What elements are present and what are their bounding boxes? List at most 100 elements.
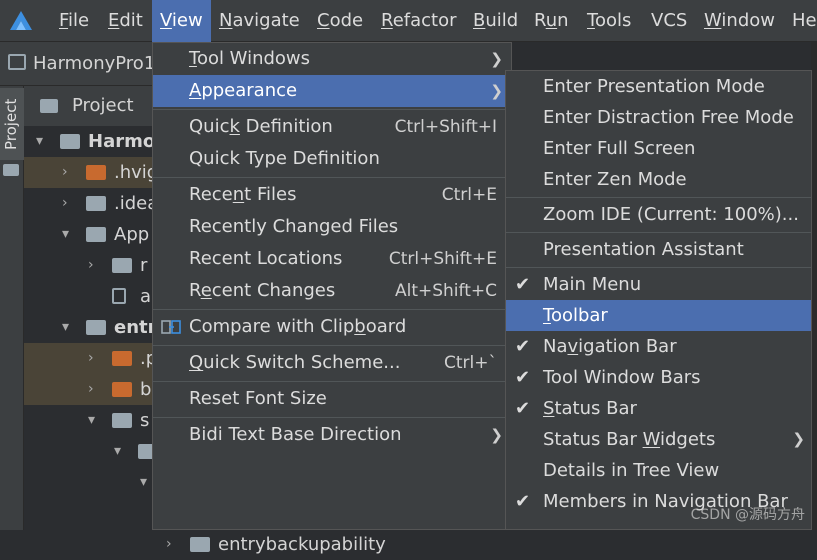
submenu-item-label: Enter Zen Mode (543, 169, 687, 190)
folder-icon (112, 413, 132, 428)
folder-icon (112, 258, 132, 273)
menu-item-label: Recent Changes (189, 280, 336, 301)
menu-item-label: Recent Locations (189, 248, 343, 269)
menu-view[interactable]: View (152, 0, 211, 42)
menu-code[interactable]: Code (317, 0, 363, 42)
tree-row[interactable]: › .hvig (24, 157, 158, 188)
chevron-down-icon[interactable]: ▾ (36, 126, 43, 157)
folder-icon[interactable] (3, 164, 19, 176)
menu-refactor[interactable]: Refactor (381, 0, 457, 42)
checkmark-icon: ✔ (515, 367, 531, 388)
project-tool-tab[interactable]: Project (0, 88, 24, 160)
menu-item-label: Quick Switch Scheme... (189, 352, 401, 373)
menu-item-compare-with-clipboard[interactable]: Compare with Clipboard (153, 311, 511, 343)
chevron-right-icon[interactable]: › (62, 157, 68, 188)
submenu-item-label: Enter Full Screen (543, 138, 696, 159)
checkmark-icon: ✔ (515, 336, 531, 357)
chevron-right-icon[interactable]: › (62, 188, 68, 219)
tree-item-label: s (140, 410, 150, 431)
menu-item-appearance[interactable]: Appearance ❯ (153, 75, 511, 107)
menu-item-recent-locations[interactable]: Recent Locations Ctrl+Shift+E (153, 243, 511, 275)
menu-item-recent-changes[interactable]: Recent Changes Alt+Shift+C (153, 275, 511, 307)
submenu-item-status-bar[interactable]: ✔ Status Bar (506, 393, 811, 424)
project-panel-header[interactable]: Project (24, 86, 152, 126)
submenu-item-label: Main Menu (543, 274, 642, 295)
folder-icon (86, 320, 106, 335)
tree-row[interactable]: › r (24, 250, 152, 281)
submenu-item-status-bar-widgets[interactable]: Status Bar Widgets ❯ (506, 424, 811, 455)
menu-item-quick-switch-scheme[interactable]: Quick Switch Scheme... Ctrl+` (153, 347, 511, 379)
project-selector[interactable]: HarmonyPro1 (0, 42, 155, 86)
submenu-item-enter-zen-mode[interactable]: Enter Zen Mode (506, 164, 811, 195)
menu-item-bidi-text-base-direction[interactable]: Bidi Text Base Direction ❯ (153, 419, 511, 451)
chevron-right-icon: ❯ (490, 50, 503, 68)
menu-window[interactable]: Window (704, 0, 775, 42)
menu-item-quick-definition[interactable]: Quick Definition Ctrl+Shift+I (153, 111, 511, 143)
menu-item-quick-type-definition[interactable]: Quick Type Definition (153, 143, 511, 175)
submenu-item-details-in-tree-view[interactable]: Details in Tree View (506, 455, 811, 486)
menu-item-reset-font-size[interactable]: Reset Font Size (153, 383, 511, 415)
tree-row[interactable]: ▾ App (24, 219, 152, 250)
menu-edit[interactable]: Edit (108, 0, 143, 42)
submenu-item-label: Navigation Bar (543, 336, 677, 357)
chevron-down-icon[interactable]: ▾ (140, 467, 147, 498)
submenu-item-enter-presentation-mode[interactable]: Enter Presentation Mode (506, 71, 811, 102)
tree-row[interactable]: › .idea (24, 188, 158, 219)
menu-navigate[interactable]: Navigate (219, 0, 300, 42)
tree-row[interactable]: ›entryability (24, 498, 321, 529)
submenu-item-label: Zoom IDE (Current: 100%)... (543, 204, 799, 225)
menu-vcs[interactable]: VCS (651, 0, 687, 42)
menu-file[interactable]: File (59, 0, 89, 42)
folder-icon (40, 99, 58, 113)
chevron-down-icon[interactable]: ▾ (62, 312, 69, 343)
submenu-item-enter-full-screen[interactable]: Enter Full Screen (506, 133, 811, 164)
tree-item-label: r (140, 255, 148, 276)
menu-he[interactable]: He (792, 0, 817, 42)
chevron-right-icon[interactable]: › (88, 343, 94, 374)
menu-item-label: Quick Definition (189, 116, 333, 137)
menu-item-recently-changed-files[interactable]: Recently Changed Files (153, 211, 511, 243)
chevron-right-icon: ❯ (490, 426, 503, 444)
menu-separator (153, 309, 511, 310)
submenu-item-navigation-bar[interactable]: ✔ Navigation Bar (506, 331, 811, 362)
tree-row[interactable]: a (24, 281, 152, 312)
menu-item-recent-files[interactable]: Recent Files Ctrl+E (153, 179, 511, 211)
menu-run[interactable]: Run (534, 0, 569, 42)
app-logo-icon[interactable] (8, 9, 34, 33)
tree-row[interactable]: ▾ s (24, 405, 152, 436)
submenu-item-enter-distraction-free-mode[interactable]: Enter Distraction Free Mode (506, 102, 811, 133)
tree-row[interactable]: ▾ Harmo (24, 126, 155, 157)
folder-icon (190, 537, 210, 552)
menu-item-label: Tool Windows (189, 48, 311, 69)
chevron-down-icon[interactable]: ▾ (88, 405, 95, 436)
menu-build[interactable]: Build (473, 0, 518, 42)
menu-item-label: Bidi Text Base Direction (189, 424, 402, 445)
tree-row[interactable]: › .p (24, 343, 157, 374)
chevron-right-icon[interactable]: › (88, 374, 94, 405)
submenu-item-presentation-assistant[interactable]: Presentation Assistant (506, 234, 811, 265)
menu-item-tool-windows[interactable]: Tool Windows ❯ (153, 43, 511, 75)
menu-separator (153, 381, 511, 382)
tree-row[interactable]: ▾ets (24, 467, 220, 498)
tree-row[interactable]: › b (24, 374, 152, 405)
tree-row[interactable]: › entrybackupability (24, 529, 386, 560)
submenu-item-label: Status Bar Widgets (543, 429, 716, 450)
chevron-down-icon[interactable]: ▾ (62, 219, 69, 250)
menu-item-shortcut: Ctrl+Shift+I (394, 117, 497, 137)
submenu-item-tool-window-bars[interactable]: ✔ Tool Window Bars (506, 362, 811, 393)
tree-row[interactable]: ▾ entr (24, 312, 157, 343)
submenu-item-main-menu[interactable]: ✔ Main Menu (506, 269, 811, 300)
menu-tools[interactable]: Tools (587, 0, 631, 42)
chevron-right-icon[interactable]: › (166, 529, 172, 560)
menu-item-label: Appearance (189, 80, 298, 101)
tree-row[interactable]: ▾ (24, 436, 158, 467)
submenu-item-label: Enter Distraction Free Mode (543, 107, 794, 128)
tree-item-label: entr (114, 317, 157, 338)
chevron-right-icon[interactable]: › (88, 250, 94, 281)
view-menu-dropdown: Tool Windows ❯ Appearance ❯ Quick Definition… (152, 42, 512, 530)
chevron-down-icon[interactable]: ▾ (114, 436, 121, 467)
project-window-icon (8, 54, 26, 70)
submenu-item-zoom-ide-current-100[interactable]: Zoom IDE (Current: 100%)... (506, 199, 811, 230)
tree-item-label: entrybackupability (218, 534, 386, 555)
submenu-item-toolbar[interactable]: Toolbar (506, 300, 811, 331)
